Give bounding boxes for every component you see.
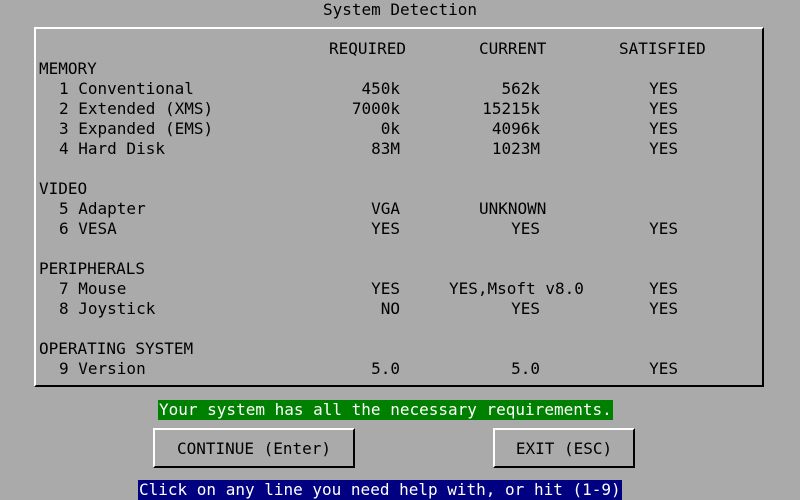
requirement-row-joystick[interactable]: 8 Joystick NO YES YES (0, 299, 800, 319)
header-required: REQUIRED (329, 39, 407, 58)
row-label: 1 Conventional (59, 79, 194, 98)
row-required: 450k (361, 79, 400, 98)
row-satisfied: YES (649, 299, 678, 318)
row-label: 7 Mouse (59, 279, 127, 298)
row-current: YES,Msoft v8.0 (449, 279, 584, 298)
row-satisfied: YES (649, 139, 678, 158)
section-title: OPERATING SYSTEM (39, 339, 194, 358)
row-satisfied: YES (649, 99, 678, 118)
row-required: 5.0 (371, 359, 400, 378)
requirement-row-adapter[interactable]: 5 Adapter VGA UNKNOWN (0, 199, 800, 219)
section-heading-operating-system: OPERATING SYSTEM (0, 339, 800, 359)
requirement-row-version[interactable]: 9 Version 5.0 5.0 YES (0, 359, 800, 379)
row-label: 5 Adapter (59, 199, 146, 218)
row-required: NO (380, 299, 400, 318)
row-required: 7000k (351, 99, 400, 118)
status-message: Your system has all the necessary requir… (158, 400, 613, 420)
row-satisfied: YES (649, 219, 678, 238)
row-label: 3 Expanded (EMS) (59, 119, 214, 138)
row-required: 0k (380, 119, 400, 138)
row-label: 9 Version (59, 359, 146, 378)
window-title: System Detection (322, 0, 478, 19)
row-label: 6 VESA (59, 219, 117, 238)
row-satisfied: YES (649, 279, 678, 298)
row-current: 15215k (482, 99, 540, 118)
section-title: VIDEO (39, 179, 88, 198)
row-required: VGA (371, 199, 400, 218)
row-satisfied (610, 199, 678, 219)
row-current: 562k (501, 79, 540, 98)
row-current: 5.0 (511, 359, 540, 378)
requirement-row-mouse[interactable]: 7 Mouse YES YES,Msoft v8.0 YES (0, 279, 800, 299)
row-label: 4 Hard Disk (59, 139, 165, 158)
requirement-row-conventional[interactable]: 1 Conventional 450k 562k YES (0, 79, 800, 99)
header-satisfied: SATISFIED (619, 39, 706, 58)
row-satisfied: YES (649, 79, 678, 98)
exit-button[interactable]: EXIT (ESC) (493, 428, 635, 468)
row-current: UNKNOWN (479, 199, 547, 218)
section-title: MEMORY (39, 59, 97, 78)
row-required: YES (371, 219, 400, 238)
row-current: YES (511, 219, 540, 238)
requirement-row-vesa[interactable]: 6 VESA YES YES YES (0, 219, 800, 239)
row-satisfied: YES (649, 119, 678, 138)
row-required: 83M (371, 139, 400, 158)
header-current: CURRENT (479, 39, 547, 58)
row-current: 4096k (491, 119, 540, 138)
row-current: 1023M (491, 139, 540, 158)
help-bar: Click on any line you need help with, or… (138, 480, 622, 500)
row-satisfied: YES (649, 359, 678, 378)
requirement-row-extended[interactable]: 2 Extended (XMS) 7000k 15215k YES (0, 99, 800, 119)
row-label: 8 Joystick (59, 299, 156, 318)
header-row: REQUIRED CURRENT SATISFIED (0, 39, 800, 59)
requirement-row-expanded[interactable]: 3 Expanded (EMS) 0k 4096k YES (0, 119, 800, 139)
row-required: YES (371, 279, 400, 298)
row-current: YES (511, 299, 540, 318)
row-label: 2 Extended (XMS) (59, 99, 214, 118)
section-heading-peripherals: PERIPHERALS (0, 259, 800, 279)
section-heading-video: VIDEO (0, 179, 800, 199)
section-heading-memory: MEMORY (0, 59, 800, 79)
requirement-row-hard-disk[interactable]: 4 Hard Disk 83M 1023M YES (0, 139, 800, 159)
section-title: PERIPHERALS (39, 259, 145, 278)
continue-button[interactable]: CONTINUE (Enter) (153, 428, 355, 468)
